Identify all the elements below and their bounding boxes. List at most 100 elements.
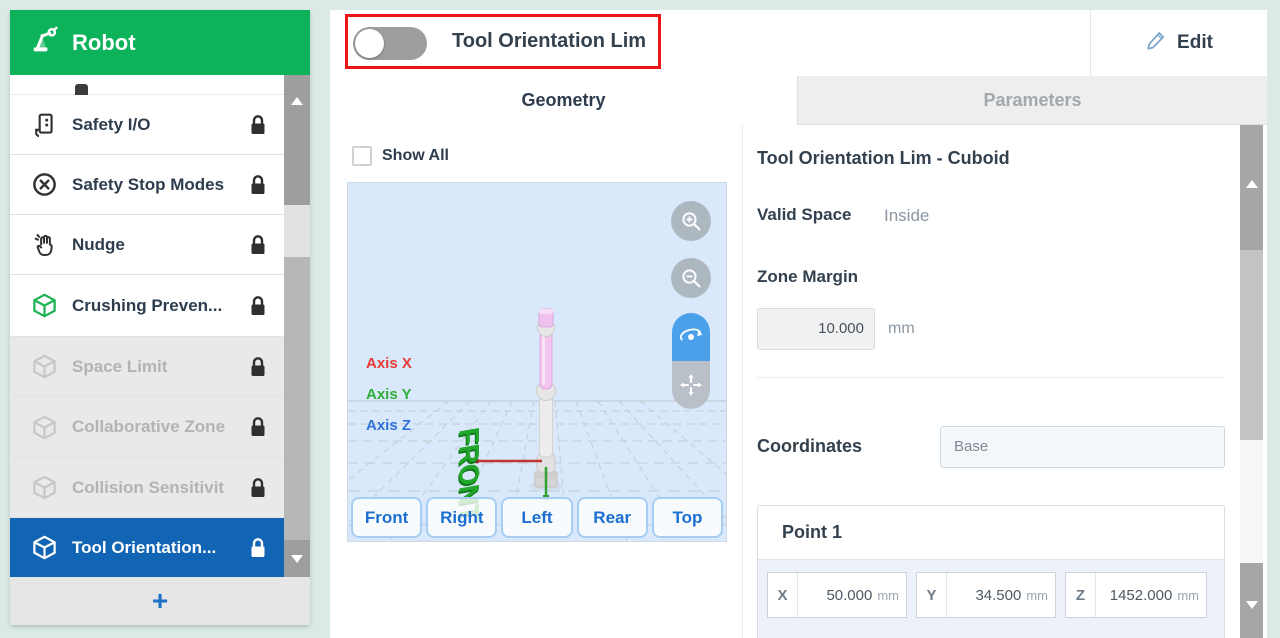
view-top-button[interactable]: Top <box>652 497 723 538</box>
scrollbar-thumb[interactable] <box>284 257 310 540</box>
scroll-down-button[interactable] <box>1240 563 1263 638</box>
add-zone-button[interactable]: + <box>10 577 310 625</box>
sidebar-item-label: Tool Orientation... <box>72 538 248 558</box>
x-axis-label: X <box>768 573 798 617</box>
point-1-header: Point 1 <box>758 506 1224 560</box>
x-unit: mm <box>875 573 906 617</box>
valid-space-value: Inside <box>884 206 929 226</box>
view-rear-button[interactable]: Rear <box>577 497 648 538</box>
zoom-in-button[interactable] <box>671 201 711 241</box>
sidebar-item-collaborative-zone[interactable]: Collaborative Zone <box>10 397 284 458</box>
robot-icon <box>28 25 60 60</box>
down-arrow-icon <box>1246 601 1258 609</box>
cube-icon-grey <box>30 353 58 381</box>
point-1-x-field[interactable]: X 50.000 mm <box>767 572 907 618</box>
sidebar-item-label: Collision Sensitivit <box>72 478 248 498</box>
y-unit: mm <box>1024 573 1055 617</box>
sidebar-item-safety-stop-modes[interactable]: Safety Stop Modes <box>10 155 284 215</box>
scrollbar-track[interactable] <box>284 205 310 257</box>
scrollbar-track[interactable] <box>1240 440 1263 563</box>
z-unit: mm <box>1175 573 1206 617</box>
cube-icon-green <box>30 292 58 320</box>
sidebar-item-crushing-prevention[interactable]: Crushing Preven... <box>10 275 284 337</box>
scroll-up-button[interactable] <box>1240 125 1263 250</box>
details-title: Tool Orientation Lim - Cuboid <box>757 148 1010 169</box>
cube-icon-grey <box>30 413 58 441</box>
lock-icon <box>248 416 268 438</box>
coordinates-label: Coordinates <box>757 436 862 457</box>
3d-viewport[interactable]: Axis X Axis Y Axis Z FRONT <box>347 182 727 542</box>
pan-mode-button[interactable] <box>672 361 710 409</box>
panel-topbar: Tool Orientation Lim Edit <box>330 10 1267 76</box>
tab-geometry[interactable]: Geometry <box>330 76 797 125</box>
sidebar-item-nudge[interactable]: Nudge <box>10 215 284 275</box>
show-all-label: Show All <box>382 147 449 165</box>
y-axis-label: Y <box>917 573 947 617</box>
toggle-knob <box>355 29 384 58</box>
scroll-down-button[interactable] <box>284 540 310 577</box>
point-1-fields: X 50.000 mm Y 34.500 mm Z 1452.000 mm <box>758 560 1224 638</box>
zone-margin-unit: mm <box>888 320 915 338</box>
point-1-y-field[interactable]: Y 34.500 mm <box>916 572 1056 618</box>
tab-bar: Geometry Parameters <box>330 76 1267 125</box>
lock-icon <box>248 114 268 136</box>
y-value: 34.500 <box>947 573 1024 617</box>
partial-icon <box>75 84 88 95</box>
z-value: 1452.000 <box>1096 573 1175 617</box>
hand-icon <box>30 231 58 259</box>
edit-button[interactable]: Edit <box>1091 10 1267 76</box>
sidebar-item-label: Crushing Preven... <box>72 296 248 316</box>
sidebar-item-tool-orientation[interactable]: Tool Orientation... <box>10 518 284 577</box>
sidebar-item-label: Safety I/O <box>72 115 248 135</box>
scroll-up-button[interactable] <box>284 75 310 205</box>
content-divider <box>742 125 743 638</box>
up-arrow-icon <box>1246 180 1258 188</box>
show-all-checkbox[interactable] <box>352 146 372 166</box>
geometry-content: Show All <box>330 125 1267 638</box>
view-buttons-row: Front Right Left Rear Top <box>351 497 723 538</box>
point-1-title: Point 1 <box>782 522 842 543</box>
sidebar-item-partial[interactable] <box>10 75 284 95</box>
details-scrollbar <box>1240 125 1263 638</box>
sidebar-item-collision-sensitivity[interactable]: Collision Sensitivit <box>10 458 284 518</box>
cube-icon-white <box>30 534 58 562</box>
view-front-button[interactable]: Front <box>351 497 422 538</box>
lock-icon <box>248 356 268 378</box>
coordinates-select[interactable]: Base <box>940 426 1225 468</box>
zoom-out-button[interactable] <box>671 258 711 298</box>
cube-icon-grey <box>30 474 58 502</box>
axis-z-legend: Axis Z <box>366 417 411 434</box>
sidebar-item-label: Nudge <box>72 235 248 255</box>
point-1-card: Point 1 X 50.000 mm Y 34.500 mm Z 1452.0… <box>757 505 1225 638</box>
sidebar-item-space-limit[interactable]: Space Limit <box>10 337 284 397</box>
section-divider <box>757 377 1225 378</box>
sidebar-header: Robot <box>10 10 310 75</box>
edit-label: Edit <box>1177 32 1213 54</box>
io-icon <box>30 111 58 139</box>
lock-icon <box>248 234 268 256</box>
up-arrow-icon <box>291 97 303 105</box>
zone-margin-input[interactable]: 10.000 <box>757 308 875 350</box>
axis-y-legend: Axis Y <box>366 386 412 403</box>
rotate-mode-button[interactable] <box>672 313 710 361</box>
scrollbar-thumb[interactable] <box>1240 250 1263 440</box>
tool-orientation-toggle[interactable] <box>353 27 427 60</box>
view-left-button[interactable]: Left <box>501 497 572 538</box>
robot-settings-screen: Robot Safety I/O <box>0 0 1280 638</box>
axis-x-legend: Axis X <box>366 355 412 372</box>
lock-icon <box>248 174 268 196</box>
sidebar-scrollbar <box>284 75 310 577</box>
stop-mode-icon <box>30 171 58 199</box>
valid-space-label: Valid Space <box>757 205 852 225</box>
view-right-button[interactable]: Right <box>426 497 497 538</box>
point-1-z-field[interactable]: Z 1452.000 mm <box>1065 572 1207 618</box>
sidebar-item-safety-io[interactable]: Safety I/O <box>10 95 284 155</box>
toggle-label: Tool Orientation Lim <box>452 30 646 53</box>
z-axis-label: Z <box>1066 573 1096 617</box>
lock-icon <box>248 477 268 499</box>
tab-parameters[interactable]: Parameters <box>797 76 1267 125</box>
sidebar-item-label: Space Limit <box>72 357 248 377</box>
x-value: 50.000 <box>798 573 875 617</box>
sidebar-item-label: Collaborative Zone <box>72 417 248 437</box>
sidebar-item-list: Safety I/O Safety Stop Modes <box>10 75 284 577</box>
